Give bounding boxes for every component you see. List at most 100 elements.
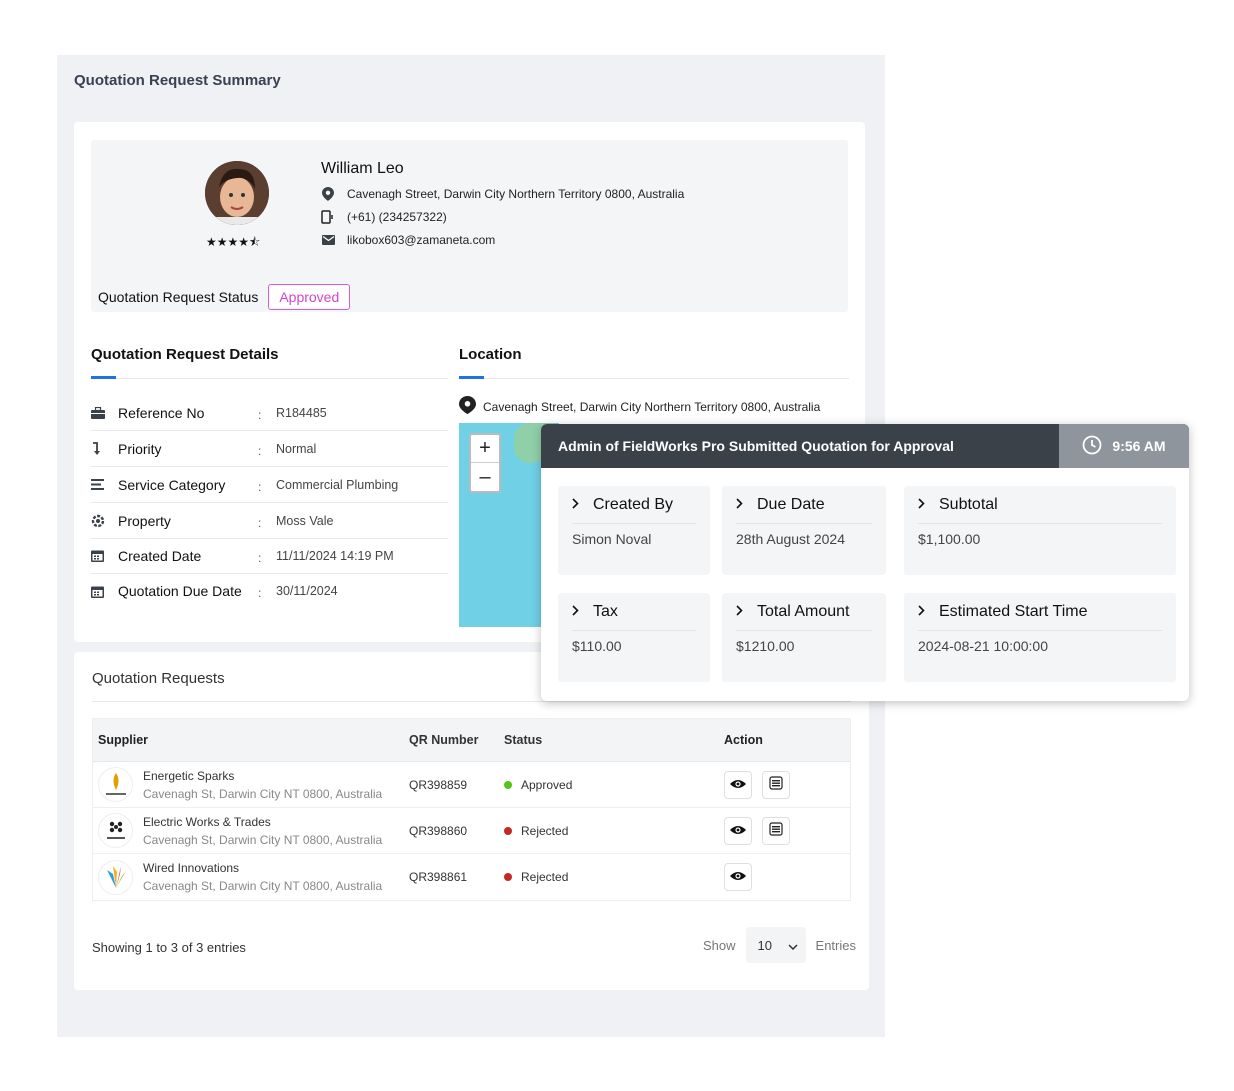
rating-stars: ★★★★⯪ <box>206 235 261 249</box>
entries-label: Entries <box>815 937 856 953</box>
popup-header: Admin of FieldWorks Pro Submitted Quotat… <box>541 424 1189 468</box>
phone-icon <box>321 210 335 224</box>
chevron-right-icon <box>918 603 925 621</box>
detail-created-date: Created Date : 11/11/2024 14:19 PM <box>91 538 448 574</box>
detail-label: Quotation Due Date <box>118 583 242 599</box>
table-row: Electric Works & Trades Cavenagh St, Dar… <box>93 808 850 854</box>
popup-title: Admin of FieldWorks Pro Submitted Quotat… <box>558 438 954 454</box>
status-text: Approved <box>521 777 573 792</box>
detail-label: Created Date <box>118 547 202 564</box>
supplier-cell: Energetic Sparks Cavenagh St, Darwin Cit… <box>93 767 409 802</box>
calendar-icon <box>91 549 118 562</box>
tile-subtotal: Subtotal $1,100.00 <box>904 486 1176 575</box>
chevron-right-icon <box>918 496 925 514</box>
eye-icon <box>730 778 746 792</box>
tile-label: Created By <box>593 496 674 513</box>
column-qr-number: QR Number <box>409 733 479 747</box>
calendar-icon <box>91 585 118 598</box>
avatar <box>205 161 269 225</box>
chevron-right-icon <box>736 603 743 621</box>
requests-table: Supplier QR Number Status Action Energet… <box>92 718 851 901</box>
detail-value: Commercial Plumbing <box>276 477 399 492</box>
view-button[interactable] <box>724 770 752 799</box>
pdf-icon <box>769 822 783 839</box>
supplier-logo <box>98 767 133 802</box>
view-button[interactable] <box>724 816 752 845</box>
eye-icon <box>730 870 746 884</box>
supplier-logo <box>98 859 133 895</box>
detail-priority: Priority : Normal <box>91 431 448 467</box>
chevron-down-icon <box>788 938 798 953</box>
tile-label: Tax <box>593 603 618 620</box>
quotation-requests-card: Quotation Requests Supplier QR Number St… <box>74 652 869 990</box>
qr-number: QR398859 <box>409 777 468 792</box>
pdf-button[interactable] <box>762 770 790 799</box>
page-size-value: 10 <box>757 937 772 953</box>
location-divider <box>459 378 849 379</box>
quotation-notification-popup: Admin of FieldWorks Pro Submitted Quotat… <box>541 424 1189 701</box>
customer-email[interactable]: likobox603@zamaneta.com <box>347 233 495 247</box>
status-label: Quotation Request Status <box>98 289 259 305</box>
column-supplier: Supplier <box>98 733 149 747</box>
page-size-select[interactable]: 10 <box>745 927 806 963</box>
page-title: Quotation Request Summary <box>74 72 281 89</box>
supplier-name: Electric Works & Trades <box>143 814 271 829</box>
detail-value: Normal <box>276 441 317 456</box>
supplier-logo <box>98 813 133 848</box>
qr-number: QR398861 <box>409 870 468 884</box>
zoom-in-button[interactable]: + <box>471 435 499 463</box>
property-icon <box>91 514 118 528</box>
location-underline <box>459 376 484 379</box>
detail-service-category: Service Category : Commercial Plumbing <box>91 467 448 503</box>
supplier-address: Cavenagh St, Darwin City NT 0800, Austra… <box>143 786 383 801</box>
customer-address-line: Cavenagh Street, Darwin City Northern Te… <box>321 187 684 201</box>
tile-value: $110.00 <box>572 638 622 654</box>
page-size-control: Show 10 Entries <box>703 927 856 963</box>
tile-estimated-start-time: Estimated Start Time 2024-08-21 10:00:00 <box>904 593 1176 682</box>
status-row: Quotation Request Status Approved <box>98 284 351 310</box>
requests-title: Quotation Requests <box>92 670 225 687</box>
pdf-button[interactable] <box>762 816 790 845</box>
profile-section: ★★★★⯪ William Leo Cavenagh Street, Darwi… <box>91 140 848 312</box>
list-icon <box>91 479 118 490</box>
qr-number: QR398860 <box>409 823 468 838</box>
tile-value: 28th August 2024 <box>736 531 845 547</box>
detail-label: Reference No <box>118 404 205 421</box>
supplier-address: Cavenagh St, Darwin City NT 0800, Austra… <box>143 879 383 893</box>
status-cell: Rejected <box>504 870 724 884</box>
tile-label: Subtotal <box>939 496 998 513</box>
customer-address: Cavenagh Street, Darwin City Northern Te… <box>347 187 685 201</box>
status-text: Rejected <box>521 870 569 884</box>
customer-name: William Leo <box>321 160 404 177</box>
customer-email-line: likobox603@zamaneta.com <box>321 233 495 247</box>
status-dot <box>504 826 512 835</box>
status-cell: Approved <box>504 778 724 792</box>
action-cell <box>724 863 752 891</box>
location-address-line: Cavenagh Street, Darwin City Northern Te… <box>459 396 820 417</box>
table-header: Supplier QR Number Status Action <box>93 719 850 762</box>
detail-property: Property : Moss Vale <box>91 503 448 539</box>
details-title: Quotation Request Details <box>91 346 279 363</box>
detail-value: Moss Vale <box>276 513 334 528</box>
requests-divider <box>92 701 851 702</box>
supplier-name: Wired Innovations <box>143 861 240 875</box>
zoom-out-button[interactable]: – <box>471 463 499 491</box>
location-title: Location <box>459 346 522 363</box>
pdf-icon <box>769 776 783 793</box>
clock-icon <box>1082 435 1102 458</box>
supplier-address: Cavenagh St, Darwin City NT 0800, Austra… <box>143 832 383 847</box>
popup-time-value: 9:56 AM <box>1112 438 1166 454</box>
column-action: Action <box>724 733 763 747</box>
chevron-right-icon <box>572 603 579 621</box>
status-text: Rejected <box>521 823 569 838</box>
supplier-cell: Electric Works & Trades Cavenagh St, Dar… <box>93 813 409 848</box>
mail-icon <box>321 233 335 247</box>
location-pin-icon <box>321 187 335 201</box>
view-button[interactable] <box>724 863 752 891</box>
detail-value: 30/11/2024 <box>276 584 338 598</box>
location-address: Cavenagh Street, Darwin City Northern Te… <box>483 399 821 414</box>
detail-label: Property <box>118 512 171 529</box>
status-badge: Approved <box>268 284 351 310</box>
customer-phone[interactable]: (+61) (234257322) <box>347 210 447 224</box>
customer-phone-line: (+61) (234257322) <box>321 210 447 224</box>
